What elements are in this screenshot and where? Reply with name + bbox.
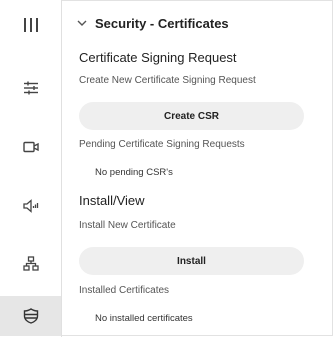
chevron-down-icon	[77, 20, 87, 26]
installed-certs-empty: No installed certificates	[95, 313, 193, 324]
sidebar-item-settings[interactable]	[0, 68, 61, 108]
sidebar-item-columns[interactable]	[0, 5, 61, 45]
section-title: Security - Certificates	[95, 15, 229, 31]
camera-icon	[22, 141, 39, 153]
create-csr-button[interactable]: Create CSR	[79, 102, 304, 130]
main-panel: Security - Certificates Certificate Sign…	[62, 0, 334, 337]
csr-heading: Certificate Signing Request	[79, 50, 237, 65]
section-header[interactable]: Security - Certificates	[75, 13, 229, 33]
sidebar-item-network[interactable]	[0, 243, 61, 283]
shield-icon	[23, 308, 38, 324]
sidebar	[0, 0, 62, 337]
sidebar-item-security[interactable]	[0, 296, 61, 336]
pending-csr-empty: No pending CSR's	[95, 167, 173, 178]
columns-icon	[23, 18, 38, 32]
pending-csr-label: Pending Certificate Signing Requests	[79, 139, 245, 150]
install-heading: Install/View	[79, 193, 145, 208]
install-new-label: Install New Certificate	[79, 220, 176, 231]
install-button[interactable]: Install	[79, 247, 304, 275]
sliders-icon	[23, 81, 38, 95]
speaker-icon	[22, 199, 38, 213]
sidebar-item-video[interactable]	[0, 127, 61, 167]
network-icon	[22, 255, 39, 271]
installed-certs-label: Installed Certificates	[79, 285, 170, 296]
sidebar-item-audio[interactable]	[0, 186, 61, 226]
create-csr-label: Create New Certificate Signing Request	[79, 75, 256, 86]
